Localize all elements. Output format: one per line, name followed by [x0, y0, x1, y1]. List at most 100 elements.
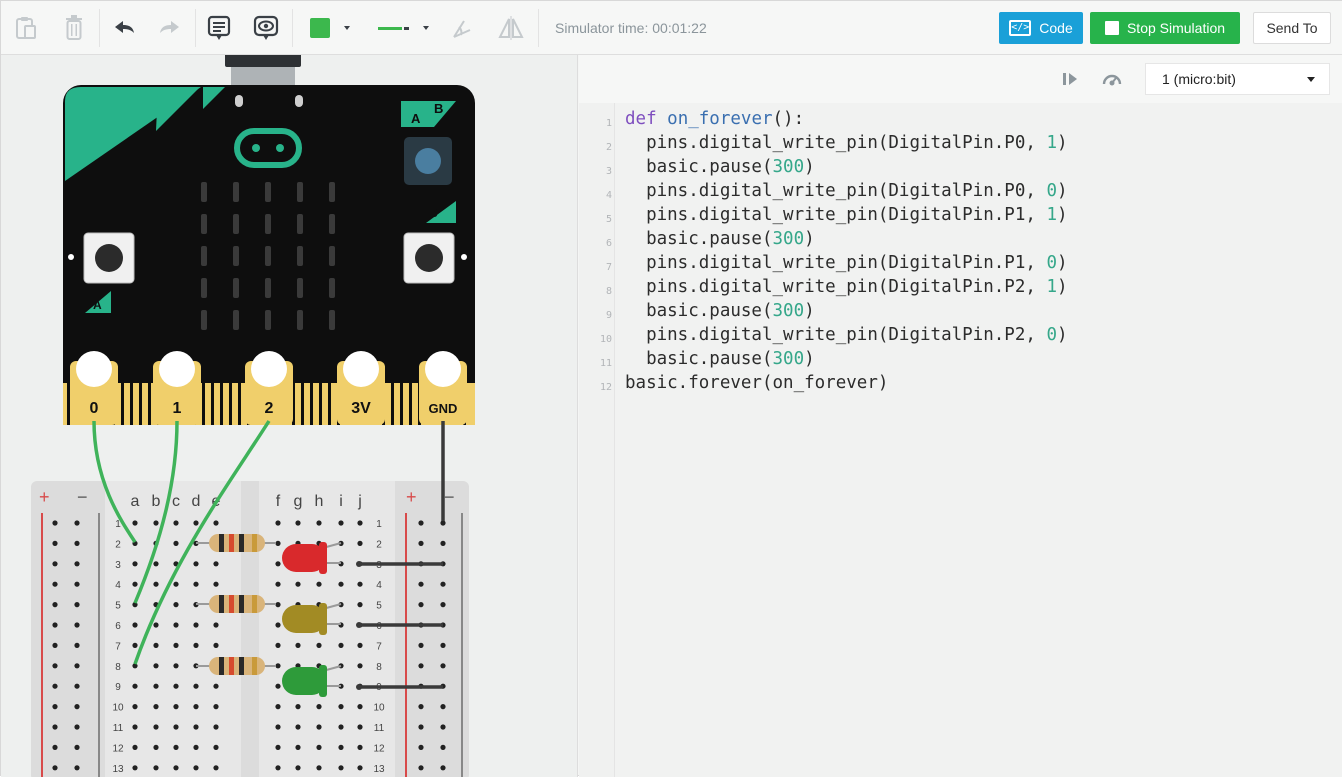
code-panel-header: 1 (micro:bit)	[579, 55, 1342, 103]
send-to-button[interactable]: Send To	[1253, 12, 1331, 44]
rail-hole	[440, 744, 446, 751]
hole	[338, 581, 344, 587]
paste-icon[interactable]	[11, 13, 41, 43]
toolbar-divider	[538, 9, 539, 47]
rail-hole	[418, 663, 424, 669]
rail-hole	[74, 642, 80, 649]
pin-hole	[343, 351, 379, 387]
pin-label: 1	[173, 400, 182, 417]
undo-icon[interactable]	[109, 13, 139, 43]
stop-icon	[1104, 21, 1119, 35]
row-number: 13	[112, 764, 124, 775]
hole	[316, 765, 322, 771]
row-number: 12	[373, 743, 385, 754]
stop-simulation-button[interactable]: Stop Simulation	[1090, 12, 1240, 44]
matrix-led	[233, 182, 239, 202]
hole	[295, 642, 301, 649]
view-icon[interactable]	[251, 13, 281, 43]
row-number: 7	[376, 641, 382, 652]
row-number: 5	[376, 601, 382, 612]
hole	[213, 642, 219, 649]
slow-motion-icon[interactable]	[1099, 66, 1125, 92]
rail-line-minus	[98, 513, 100, 777]
row-number: 11	[374, 723, 385, 734]
rail-hole	[440, 540, 446, 547]
hole	[153, 744, 159, 751]
matrix-led	[201, 246, 207, 266]
code-line: pins.digital_write_pin(DigitalPin.P2, 1)	[625, 277, 1068, 297]
rail-line-plus	[41, 513, 43, 777]
rail-hole	[74, 561, 80, 567]
hole	[193, 622, 199, 628]
rotate-icon[interactable]	[447, 13, 477, 43]
rail-hole	[74, 744, 80, 751]
logo-eye	[276, 144, 284, 152]
step-icon[interactable]	[1057, 66, 1083, 92]
line-number: 2	[605, 142, 612, 153]
button-a-cap[interactable]	[95, 244, 123, 272]
edge-stripe	[211, 383, 214, 425]
hole	[275, 663, 281, 669]
jumper-end	[356, 622, 362, 628]
rail-hole	[418, 642, 424, 649]
hole	[132, 581, 138, 587]
hole	[193, 744, 199, 751]
row-number: 12	[112, 743, 124, 754]
hole	[213, 724, 219, 730]
rail-hole	[440, 663, 446, 669]
stop-button-label: Stop Simulation	[1126, 20, 1226, 36]
button-b-cap[interactable]	[415, 244, 443, 272]
rail-hole	[52, 724, 58, 730]
color-swatch-icon[interactable]	[301, 13, 359, 43]
resistor-band	[252, 657, 257, 675]
hole	[173, 520, 179, 526]
rail-hole	[418, 602, 424, 608]
hole	[338, 744, 344, 751]
rail-hole	[418, 744, 424, 751]
row-number: 11	[113, 723, 124, 734]
rail-hole	[52, 581, 58, 587]
resistor-band	[219, 534, 224, 552]
rail-hole	[74, 683, 80, 689]
board-dot	[461, 254, 467, 260]
hole	[338, 724, 344, 730]
edge-stripe	[121, 383, 124, 425]
line-number: 12	[599, 382, 612, 393]
hole	[275, 704, 281, 710]
hole	[316, 704, 322, 710]
row-number: 10	[373, 703, 385, 714]
ab-button-cap[interactable]	[415, 148, 441, 174]
device-select[interactable]: 1 (micro:bit)	[1145, 63, 1330, 95]
hole	[193, 683, 199, 689]
redo-icon[interactable]	[155, 13, 185, 43]
column-letter: g	[294, 493, 303, 510]
code-button[interactable]: </> Code	[999, 12, 1083, 44]
wire-style-icon[interactable]	[369, 13, 437, 43]
circuit-canvas[interactable]: A B B A 0 1 2 3V GND + − + − a b c d e f…	[1, 55, 578, 777]
edge-stripe	[229, 383, 232, 425]
edge-stripe	[148, 383, 151, 425]
matrix-led	[201, 214, 207, 234]
simulator-time: Simulator time: 00:01:22	[555, 20, 707, 36]
code-panel: 1 (micro:bit) 1 2 3 4 5 6 7 8 9 10 11 12 def on_for…	[579, 55, 1342, 777]
row-number: 3	[115, 560, 121, 571]
hole	[132, 704, 138, 710]
hole	[213, 744, 219, 751]
led-rim	[319, 542, 327, 574]
hole	[275, 581, 281, 587]
jumper-end	[356, 684, 362, 690]
flip-icon[interactable]	[495, 13, 527, 43]
column-letter: c	[172, 493, 180, 510]
led-rim	[319, 603, 327, 635]
hole	[275, 540, 281, 547]
rail-hole	[418, 704, 424, 710]
row-number: 8	[376, 662, 382, 673]
notes-icon[interactable]	[204, 13, 234, 43]
code-line: basic.forever(on_forever)	[625, 373, 889, 393]
hole	[275, 724, 281, 730]
hole	[316, 642, 322, 649]
code-line: basic.pause(300)	[625, 229, 815, 249]
delete-icon[interactable]	[59, 13, 89, 43]
code-button-label: Code	[1039, 20, 1073, 36]
code-line: pins.digital_write_pin(DigitalPin.P0, 1)	[625, 133, 1068, 153]
